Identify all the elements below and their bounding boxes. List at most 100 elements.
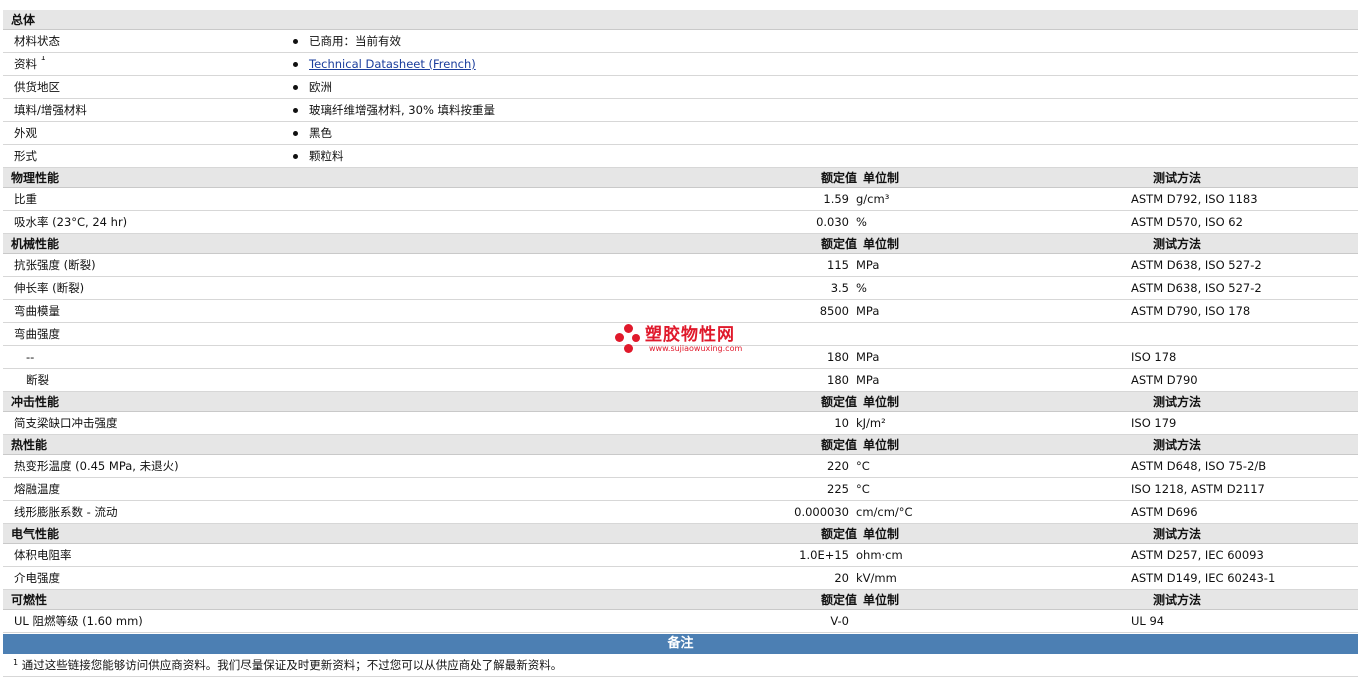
general-row: 填料/增强材料 玻璃纤维增强材料, 30% 填料按重量 bbox=[3, 99, 1358, 122]
test-method: ASTM D648, ISO 75-2/B bbox=[1131, 459, 1267, 473]
column-header-unit: 单位制 bbox=[863, 438, 900, 452]
section-title: 可燃性 bbox=[11, 593, 48, 607]
section-title: 机械性能 bbox=[11, 237, 60, 251]
test-method: ISO 179 bbox=[1131, 416, 1177, 430]
section-header: 电气性能 额定值 单位制 测试方法 bbox=[3, 524, 1358, 544]
bullet-icon bbox=[293, 84, 298, 90]
property-unit: kV/mm bbox=[856, 571, 897, 585]
column-header-value: 额定值 bbox=[820, 237, 857, 251]
property-label: 填料/增强材料 bbox=[3, 102, 287, 118]
property-value: 225 bbox=[827, 482, 849, 496]
property-value: 欧洲 bbox=[309, 80, 332, 94]
column-header-value: 额定值 bbox=[820, 593, 857, 607]
general-row: 材料状态 已商用：当前有效 bbox=[3, 30, 1358, 53]
property-unit: MPa bbox=[856, 350, 880, 364]
property-value: 180 bbox=[827, 373, 849, 387]
property-row: 线形膨胀系数 - 流动 0.000030 cm/cm/°C ASTM D696 bbox=[3, 501, 1358, 524]
property-row: 热变形温度 (0.45 MPa, 未退火) 220 °C ASTM D648, ISO… bbox=[3, 455, 1358, 478]
section-header: 热性能 额定值 单位制 测试方法 bbox=[3, 435, 1358, 455]
property-label: 形式 bbox=[3, 148, 287, 164]
test-method: ASTM D638, ISO 527-2 bbox=[1131, 281, 1262, 295]
property-row: 抗张强度 (断裂) 115 MPa ASTM D638, ISO 527-2 bbox=[3, 254, 1358, 277]
datasheet-link[interactable]: Technical Datasheet (French) bbox=[309, 57, 476, 71]
property-label: 弯曲强度 bbox=[14, 327, 60, 341]
test-method: ASTM D790 bbox=[1131, 373, 1198, 387]
property-value: 180 bbox=[827, 350, 849, 364]
watermark-url: www.sujiaowuxing.com bbox=[649, 343, 743, 353]
section-header: 物理性能 额定值 单位制 测试方法 bbox=[3, 168, 1358, 188]
column-header-unit: 单位制 bbox=[863, 171, 900, 185]
property-label: 介电强度 bbox=[14, 571, 60, 585]
watermark-brand: 塑胶物性网 bbox=[645, 324, 735, 345]
column-header-unit: 单位制 bbox=[863, 237, 900, 251]
general-row: 资料 1 Technical Datasheet (French) bbox=[3, 53, 1358, 76]
property-row: 体积电阻率 1.0E+15 ohm·cm ASTM D257, IEC 60093 bbox=[3, 544, 1358, 567]
bullet-icon bbox=[293, 153, 298, 159]
property-value: 3.5 bbox=[830, 281, 849, 295]
bullet-icon bbox=[293, 130, 298, 136]
property-row: 伸长率 (断裂) 3.5% ASTM D638, ISO 527-2 bbox=[3, 277, 1358, 300]
section-header: 机械性能 额定值 单位制 测试方法 bbox=[3, 234, 1358, 254]
section-header: 可燃性 额定值 单位制 测试方法 bbox=[3, 590, 1358, 610]
column-header-test: 测试方法 bbox=[1153, 395, 1202, 409]
test-method: ASTM D790, ISO 178 bbox=[1131, 304, 1251, 318]
property-label: 材料状态 bbox=[3, 33, 287, 49]
property-label: UL 阻燃等级 (1.60 mm) bbox=[14, 614, 143, 628]
property-label: 简支梁缺口冲击强度 bbox=[14, 416, 118, 430]
column-header-test: 测试方法 bbox=[1153, 593, 1202, 607]
column-header-test: 测试方法 bbox=[1153, 438, 1202, 452]
property-label: 伸长率 (断裂) bbox=[14, 281, 85, 295]
property-label-text: 填料/增强材料 bbox=[14, 103, 87, 117]
note-text: 通过这些链接您能够访问供应商资料。我们尽量保证及时更新资料；不过您可以从供应商处… bbox=[21, 658, 563, 672]
property-row: 比重 1.59 g/cm³ ASTM D792, ISO 1183 bbox=[3, 188, 1358, 211]
test-method: ASTM D638, ISO 527-2 bbox=[1131, 258, 1262, 272]
property-label: 热变形温度 (0.45 MPa, 未退火) bbox=[14, 459, 179, 473]
property-unit: g/cm³ bbox=[856, 192, 890, 206]
property-unit: °C bbox=[856, 482, 870, 496]
section-title: 电气性能 bbox=[11, 527, 60, 541]
property-value: 1.0E+15 bbox=[799, 548, 849, 562]
watermark-logo: 塑胶物性网 www.sujiaowuxing.com bbox=[615, 324, 742, 354]
notes-header: 备注 bbox=[3, 634, 1358, 654]
property-value: 颗粒料 bbox=[309, 149, 344, 163]
property-value: 玻璃纤维增强材料, 30% 填料按重量 bbox=[309, 103, 496, 117]
property-value: 220 bbox=[827, 459, 849, 473]
property-label: 抗张强度 (断裂) bbox=[14, 258, 96, 272]
section-title: 热性能 bbox=[11, 438, 48, 452]
test-method: ISO 1218, ASTM D2117 bbox=[1131, 482, 1265, 496]
column-header-test: 测试方法 bbox=[1153, 237, 1202, 251]
property-label-text: 外观 bbox=[14, 126, 37, 140]
property-label: 断裂 bbox=[26, 373, 49, 387]
property-label: 熔融温度 bbox=[14, 482, 60, 496]
general-row: 供货地区 欧洲 bbox=[3, 76, 1358, 99]
property-unit: % bbox=[856, 215, 867, 229]
property-label: 供货地区 bbox=[3, 79, 287, 95]
test-method: ASTM D792, ISO 1183 bbox=[1131, 192, 1258, 206]
property-label: 资料 1 bbox=[3, 56, 287, 72]
property-row: 介电强度 20 kV/mm ASTM D149, IEC 60243-1 bbox=[3, 567, 1358, 590]
footnote-marker: 1 bbox=[13, 657, 19, 667]
column-header-unit: 单位制 bbox=[863, 593, 900, 607]
property-unit: ohm·cm bbox=[856, 548, 903, 562]
section-title: 物理性能 bbox=[11, 171, 60, 185]
property-label: 吸水率 (23°C, 24 hr) bbox=[14, 215, 128, 229]
property-value: 已商用：当前有效 bbox=[309, 34, 401, 48]
section-header: 冲击性能 额定值 单位制 测试方法 bbox=[3, 392, 1358, 412]
property-value: 黑色 bbox=[309, 126, 332, 140]
property-label-text: 供货地区 bbox=[14, 80, 60, 94]
property-value: 8500 bbox=[819, 304, 849, 318]
column-header-value: 额定值 bbox=[820, 395, 857, 409]
property-label: 线形膨胀系数 - 流动 bbox=[14, 505, 118, 519]
property-row: 简支梁缺口冲击强度 10 kJ/m² ISO 179 bbox=[3, 412, 1358, 435]
bullet-icon bbox=[293, 38, 298, 44]
column-header-value: 额定值 bbox=[820, 438, 857, 452]
footnote-marker: 1 bbox=[40, 56, 46, 62]
property-unit: kJ/m² bbox=[856, 416, 886, 430]
column-header-test: 测试方法 bbox=[1153, 171, 1202, 185]
note-row: 1 通过这些链接您能够访问供应商资料。我们尽量保证及时更新资料；不过您可以从供应… bbox=[3, 654, 1358, 677]
property-value: 20 bbox=[834, 571, 849, 585]
bullet-icon bbox=[293, 107, 298, 113]
property-label-text: 资料 bbox=[14, 57, 37, 71]
test-method: ASTM D696 bbox=[1131, 505, 1198, 519]
section-header-general: 总体 bbox=[3, 10, 1358, 30]
